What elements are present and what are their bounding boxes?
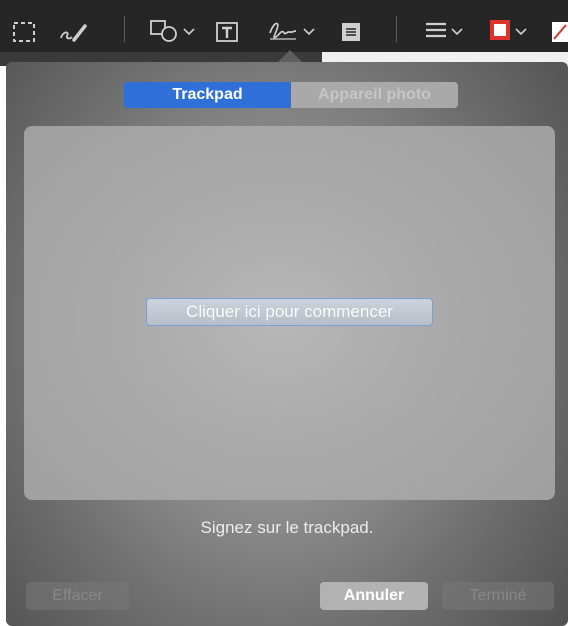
start-signing-button[interactable]: Cliquer ici pour commencer	[146, 298, 433, 326]
note-icon[interactable]	[340, 18, 362, 46]
chevron-down-icon	[303, 28, 315, 36]
signature-hint: Signez sur le trackpad.	[200, 518, 374, 537]
shapes-icon	[148, 18, 180, 47]
cancel-button[interactable]: Annuler	[320, 582, 428, 610]
chevron-down-icon	[183, 28, 195, 36]
done-button[interactable]: Terminé	[442, 582, 554, 610]
signature-drawing-area[interactable]: Cliquer ici pour commencer	[24, 126, 555, 500]
sign-icon	[266, 17, 300, 48]
signature-popover: Trackpad Appareil photo Cliquer ici pour…	[6, 62, 568, 626]
selection-rect-icon[interactable]	[12, 18, 36, 46]
line-style-icon	[424, 20, 448, 45]
shapes-menu[interactable]	[148, 18, 195, 46]
text-icon[interactable]	[214, 18, 240, 46]
fill-color-icon[interactable]	[552, 18, 568, 46]
chevron-down-icon	[515, 28, 527, 36]
tab-trackpad[interactable]: Trackpad	[124, 82, 291, 108]
toolbar-separator	[396, 16, 397, 42]
tab-camera[interactable]: Appareil photo	[291, 82, 458, 108]
border-color-menu[interactable]	[488, 18, 527, 46]
line-style-menu[interactable]	[424, 18, 463, 46]
sketch-icon[interactable]	[58, 18, 88, 46]
chevron-down-icon	[451, 28, 463, 36]
clear-button[interactable]: Effacer	[26, 582, 129, 610]
toolbar-separator	[124, 16, 125, 42]
sign-menu[interactable]	[266, 18, 315, 46]
border-color-icon	[488, 19, 512, 46]
signature-source-tabs: Trackpad Appareil photo	[124, 82, 458, 108]
